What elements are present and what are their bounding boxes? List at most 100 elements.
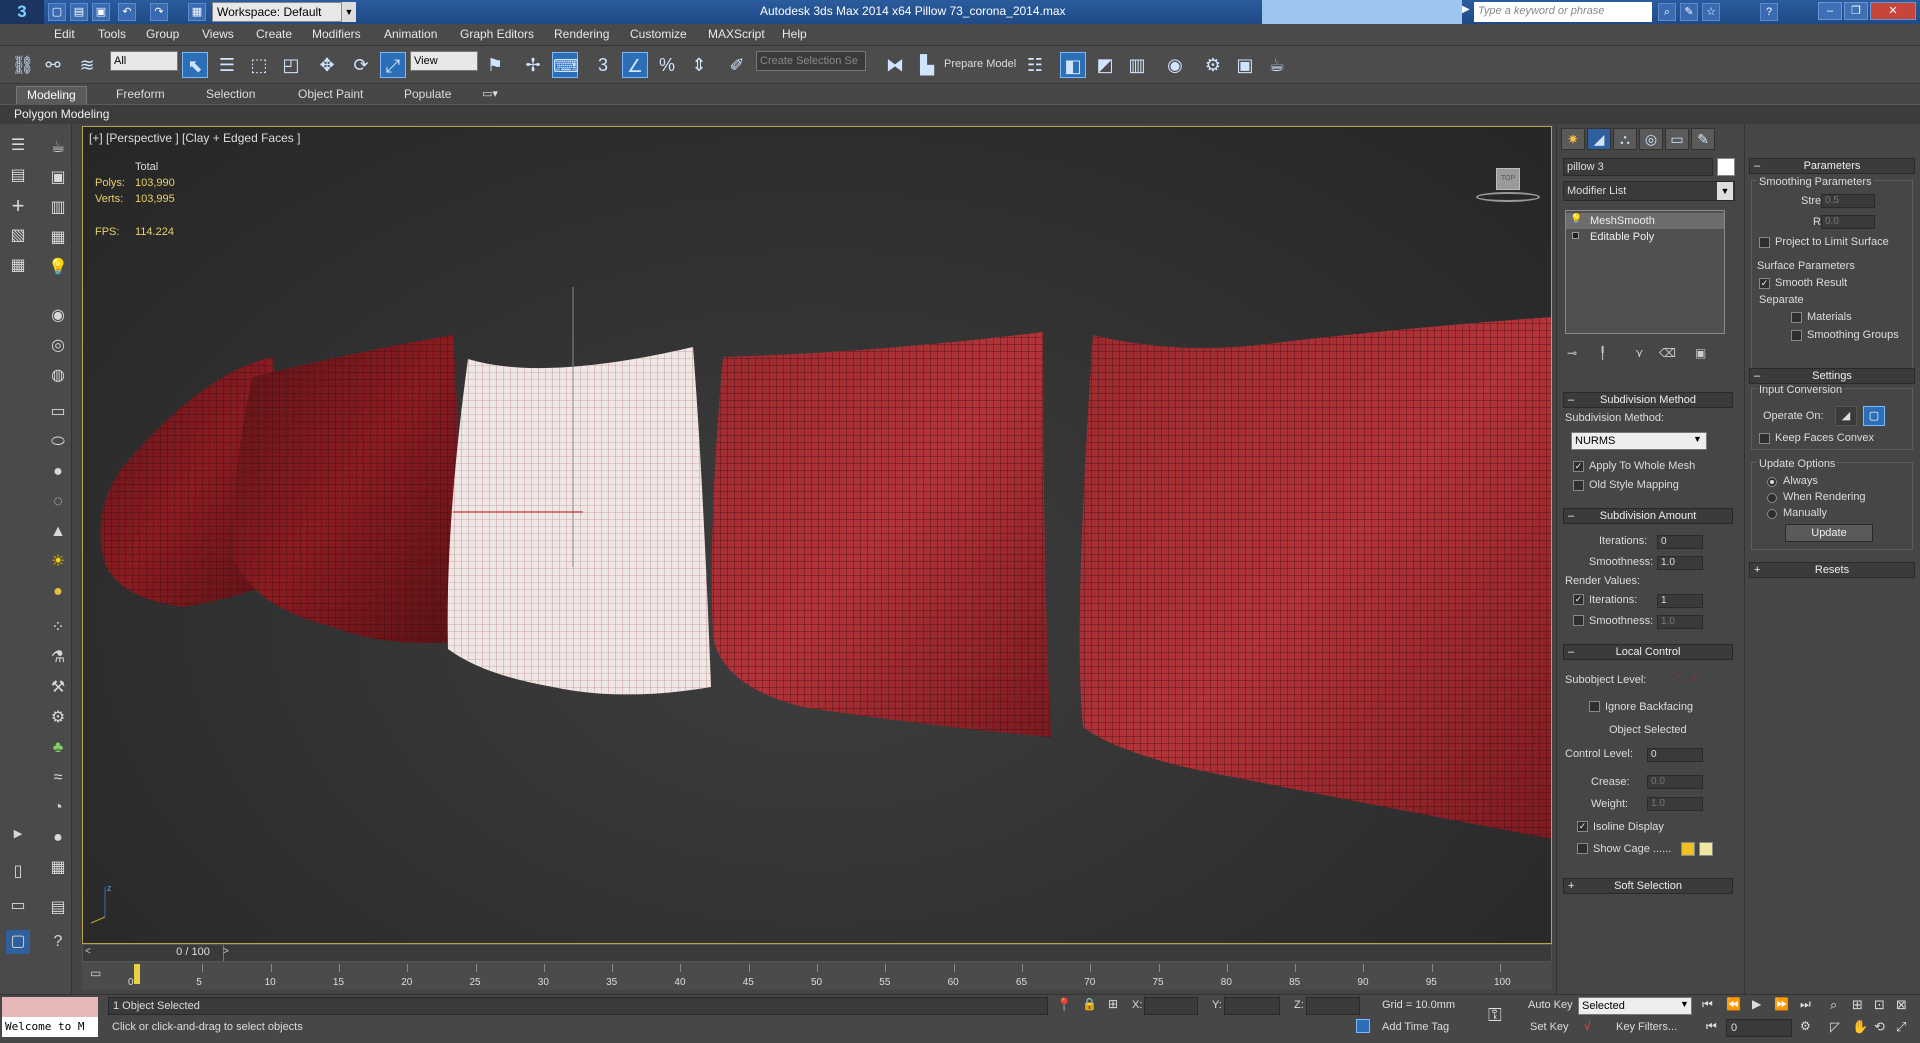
- maxscript-mini-listener-top[interactable]: [2, 997, 98, 1017]
- control-level-spinner[interactable]: 0: [1647, 748, 1703, 762]
- link-icon[interactable]: ⛓: [10, 52, 36, 78]
- mirror-icon[interactable]: ⧓: [882, 52, 908, 78]
- undo-icon[interactable]: ↶: [118, 3, 136, 21]
- select-manipulate-icon[interactable]: ✢: [520, 52, 546, 78]
- orbit-icon[interactable]: ⟲: [1874, 1019, 1885, 1035]
- rollout-subdivision-amount[interactable]: – Subdivision Amount: [1563, 508, 1733, 524]
- menu-help[interactable]: Help: [782, 27, 807, 41]
- layer-add-icon[interactable]: ▤: [6, 164, 30, 188]
- named-selection-dropdown[interactable]: Create Selection Se: [756, 51, 866, 71]
- ball-icon[interactable]: ●: [46, 826, 70, 850]
- bind-spacewarp-icon[interactable]: ≋: [74, 52, 100, 78]
- binoculars-icon[interactable]: ⌕: [1658, 3, 1676, 21]
- calculator-icon[interactable]: ▦: [46, 856, 70, 880]
- pillow-4[interactable]: [711, 332, 1051, 737]
- render-smoothness-spinner[interactable]: 1.0: [1657, 615, 1703, 629]
- show-end-result-icon[interactable]: ╿: [1599, 346, 1606, 360]
- subdivision-method-chevron-down-icon[interactable]: ▼: [1693, 434, 1702, 444]
- plus-icon[interactable]: +: [6, 194, 30, 218]
- operate-on-triangles-icon[interactable]: ◢: [1835, 406, 1857, 426]
- y-coord-field[interactable]: [1224, 997, 1280, 1015]
- absolute-mode-icon[interactable]: ⊞: [1108, 997, 1118, 1011]
- manually-radio[interactable]: [1767, 509, 1777, 519]
- stack-expand-icon[interactable]: [1572, 232, 1579, 239]
- modifier-list-dropdown[interactable]: Modifier List: [1563, 181, 1735, 201]
- rotate-icon[interactable]: ⟳: [348, 52, 374, 78]
- render-smoothness-checkbox[interactable]: [1573, 615, 1584, 626]
- materials-checkbox[interactable]: [1791, 312, 1802, 323]
- light-icon[interactable]: 💡: [46, 256, 70, 280]
- star-icon[interactable]: ☆: [1702, 3, 1720, 21]
- search-arrow-icon[interactable]: ▶: [1462, 4, 1470, 15]
- prepare-model-label[interactable]: Prepare Model: [944, 58, 1016, 70]
- time-slider[interactable]: < 0 / 100 >: [82, 944, 1552, 962]
- restore-button[interactable]: ❐: [1844, 2, 1868, 20]
- gear-icon[interactable]: ⚙: [46, 706, 70, 730]
- add-time-tag[interactable]: Add Time Tag: [1382, 1021, 1449, 1033]
- auto-key-button[interactable]: Auto Key: [1528, 999, 1573, 1011]
- curve-editor-icon[interactable]: ◩: [1092, 52, 1118, 78]
- torus-icon[interactable]: ◌: [46, 490, 70, 514]
- layout-single-icon[interactable]: ▢: [6, 930, 30, 954]
- add-time-tag-icon[interactable]: [1356, 1019, 1370, 1033]
- teapot-icon[interactable]: ☕: [46, 136, 70, 160]
- lock-selection-icon[interactable]: 🔒: [1082, 997, 1097, 1011]
- pillow-2[interactable]: [233, 335, 458, 643]
- ribbon-options-icon[interactable]: ▭▾: [482, 87, 498, 100]
- update-button[interactable]: Update: [1785, 524, 1873, 542]
- remove-modifier-icon[interactable]: ⌫: [1659, 346, 1676, 360]
- angle-snap-icon[interactable]: ∠: [622, 52, 648, 78]
- rollout-soft-selection[interactable]: + Soft Selection: [1563, 878, 1733, 894]
- hair-icon[interactable]: ≈: [46, 766, 70, 790]
- time-slider-handle[interactable]: [134, 964, 140, 984]
- menu-graph-editors[interactable]: Graph Editors: [460, 27, 534, 41]
- render-iterations-checkbox[interactable]: ✓: [1573, 594, 1584, 605]
- particles-icon[interactable]: ⁘: [46, 616, 70, 640]
- open-file-icon[interactable]: ▤: [70, 3, 88, 21]
- maximize-viewport-icon[interactable]: ⤢: [1896, 1019, 1906, 1035]
- render-teapot-icon[interactable]: ☕: [1264, 52, 1290, 78]
- tools-icon[interactable]: ✎: [1680, 3, 1698, 21]
- x-coord-field[interactable]: [1144, 997, 1198, 1015]
- app-logo-icon[interactable]: 3: [0, 0, 44, 24]
- new-file-icon[interactable]: ▢: [48, 3, 66, 21]
- pillow-3-selected[interactable]: [447, 287, 711, 695]
- current-frame-field[interactable]: 0: [1726, 1019, 1792, 1037]
- tab-freeform[interactable]: Freeform: [106, 86, 175, 104]
- menu-customize[interactable]: Customize: [630, 27, 687, 41]
- create-tab-icon[interactable]: ✷: [1561, 128, 1585, 150]
- keep-faces-convex-checkbox[interactable]: [1759, 433, 1770, 444]
- sphere-icon[interactable]: ●: [46, 460, 70, 484]
- set-key-button[interactable]: Set Key: [1530, 1021, 1569, 1033]
- vertex-level-icon[interactable]: ⋰: [1669, 672, 1681, 686]
- show-cage-checkbox[interactable]: [1577, 843, 1588, 854]
- camera-physical-icon[interactable]: ◍: [46, 364, 70, 388]
- apply-whole-mesh-checkbox[interactable]: ✓: [1573, 461, 1584, 472]
- smoothness-spinner[interactable]: 1.0: [1657, 556, 1703, 570]
- bones-icon[interactable]: ⚒: [46, 676, 70, 700]
- rollout-subdivision-method[interactable]: – Subdivision Method: [1563, 392, 1733, 408]
- viewcube-top[interactable]: TOP: [1496, 168, 1520, 190]
- time-prev-arrow-icon[interactable]: <: [85, 946, 91, 957]
- pan-icon[interactable]: ✋: [1852, 1019, 1868, 1035]
- layer-edit-icon[interactable]: ▦: [6, 254, 30, 278]
- ignore-backfacing-checkbox[interactable]: [1589, 701, 1600, 712]
- unlink-icon[interactable]: ⚯: [40, 52, 66, 78]
- z-coord-field[interactable]: [1306, 997, 1360, 1015]
- modify-tab-icon[interactable]: ◢: [1587, 128, 1611, 150]
- display-tab-icon[interactable]: ▭: [1665, 128, 1689, 150]
- menu-group[interactable]: Group: [146, 27, 179, 41]
- save-file-icon[interactable]: ▣: [92, 3, 110, 21]
- isoline-display-checkbox[interactable]: ✓: [1577, 821, 1588, 832]
- menu-edit[interactable]: Edit: [54, 27, 75, 41]
- align-icon[interactable]: ▙: [914, 52, 940, 78]
- make-unique-icon[interactable]: ⋎: [1635, 346, 1644, 360]
- window-crossing-icon[interactable]: ◰: [278, 52, 304, 78]
- go-to-start-icon[interactable]: ⏮: [1702, 997, 1713, 1012]
- pillow-5[interactable]: [1079, 317, 1552, 839]
- select-by-name-icon[interactable]: ☰: [214, 52, 240, 78]
- smooth-result-checkbox[interactable]: ✓: [1759, 278, 1770, 289]
- grid-icon[interactable]: ▥: [46, 196, 70, 220]
- key-mode-toggle-icon[interactable]: ⏮: [1706, 1019, 1717, 1034]
- menu-create[interactable]: Create: [256, 27, 292, 41]
